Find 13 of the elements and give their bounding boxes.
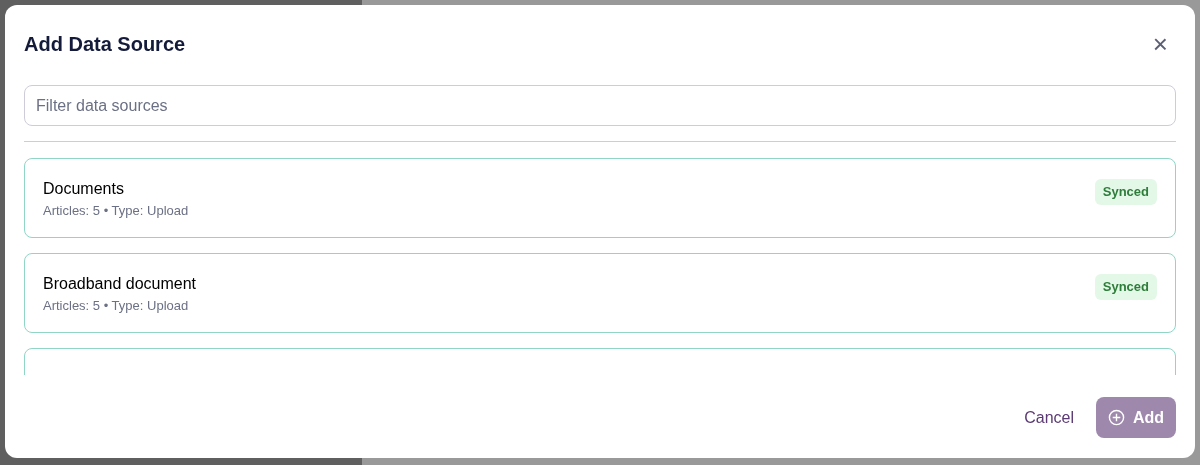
source-meta: Articles: 5 • Type: Upload [43, 202, 189, 220]
status-badge: Synced [1094, 179, 1157, 205]
status-badge: Synced [1094, 274, 1157, 300]
source-meta: Articles: 5 • Type: Upload [43, 297, 190, 315]
dialog-title: Add Data Source [24, 32, 186, 57]
source-name: Documents [43, 179, 125, 199]
cancel-button[interactable]: Cancel [1022, 405, 1076, 430]
source-card[interactable]: Documents Articles: 5 • Type: Upload Synced [24, 158, 1176, 238]
plus-circle-icon [1107, 409, 1125, 426]
close-button[interactable]: × [1152, 31, 1168, 57]
source-card[interactable]: Broadband document Articles: 5 • Type: Upload Synced [24, 253, 1176, 333]
source-name: Broadband document [43, 274, 196, 294]
filter-field[interactable]: Filter data sources [24, 85, 1176, 126]
